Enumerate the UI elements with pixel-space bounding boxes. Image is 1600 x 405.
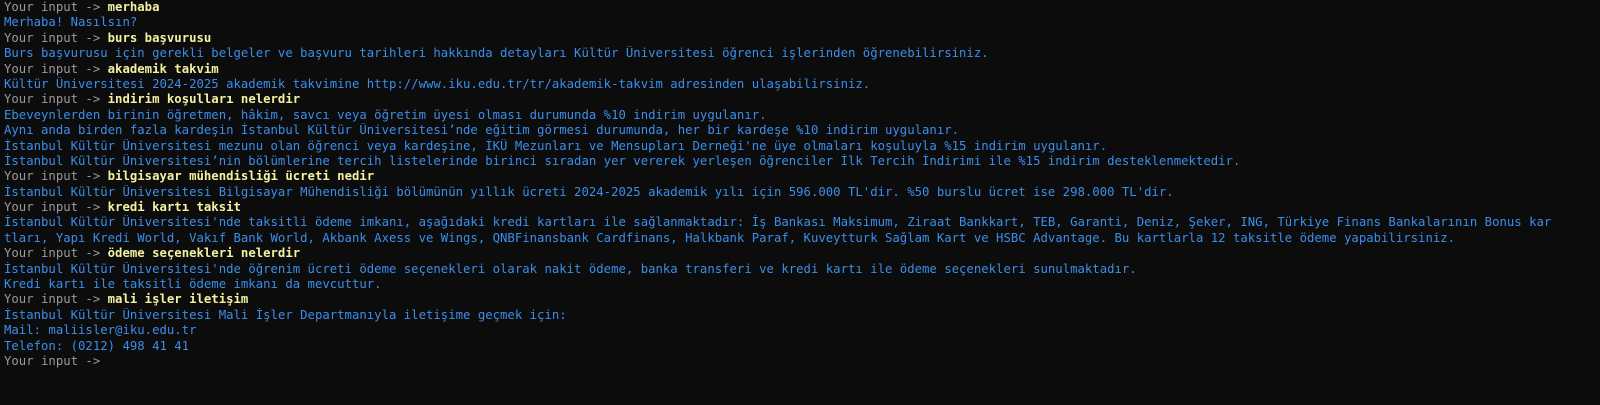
user-command: akademik takvim (107, 61, 219, 76)
user-command: ödeme seçenekleri nelerdir (107, 246, 301, 261)
bot-response-line: İstanbul Kültür Üniversitesi'nde öğrenim… (4, 261, 1137, 276)
bot-response-line: Merhaba! Nasılsın? (4, 15, 138, 30)
bot-response-line: Telefon: (0212) 498 41 41 (4, 338, 190, 353)
prompt-label: Your input -> (4, 92, 108, 107)
prompt-label: Your input -> (4, 200, 108, 215)
user-command: bilgisayar mühendisliği ücreti nedir (107, 169, 375, 184)
bot-response-line: Aynı anda birden fazla kardeşin İstanbul… (4, 123, 960, 138)
user-command: mali işler iletişim (107, 292, 249, 307)
prompt-label: Your input -> (4, 0, 108, 14)
bot-response-line: İstanbul Kültür Üniversitesi Bilgisayar … (4, 184, 1174, 199)
prompt-line: Your input -> bilgisayar mühendisliği üc… (4, 169, 1600, 184)
bot-response-line: Burs başvurusu için gerekli belgeler ve … (4, 46, 989, 61)
bot-response-line: Kredi kartı ile taksitli ödeme imkanı da… (4, 277, 382, 292)
bot-response-line: Mail: maliisler@iku.edu.tr (4, 323, 197, 338)
prompt-label: Your input -> (4, 246, 108, 261)
prompt-line: Your input -> kredi kartı taksit (4, 200, 1600, 215)
prompt-line: Your input -> ödeme seçenekleri nelerdir (4, 246, 1600, 261)
prompt-label: Your input -> (4, 61, 108, 76)
active-prompt-line[interactable]: Your input -> (4, 354, 1600, 369)
prompt-line: Your input -> akademik takvim (4, 62, 1600, 77)
user-command: merhaba (107, 0, 160, 14)
prompt-label: Your input -> (4, 169, 108, 184)
prompt-line: Your input -> burs başvurusu (4, 31, 1600, 46)
prompt-label: Your input -> (4, 353, 108, 368)
prompt-line: Your input -> merhaba (4, 0, 1600, 15)
terminal-window[interactable]: Your input -> merhaba Merhaba! Nasılsın? Y… (0, 0, 1600, 405)
user-command: kredi kartı taksit (107, 200, 241, 215)
prompt-label: Your input -> (4, 292, 108, 307)
text-cursor (108, 354, 115, 367)
bot-response-line: Kültür Üniversitesi 2024-2025 akademik t… (4, 76, 871, 91)
user-command: burs başvurusu (107, 30, 212, 45)
prompt-label: Your input -> (4, 30, 108, 45)
prompt-line: Your input -> indirim koşulları nelerdir (4, 92, 1600, 107)
bot-response-line: Ebeveynlerden birinin öğretmen, hâkim, s… (4, 107, 767, 122)
prompt-line: Your input -> mali işler iletişim (4, 292, 1600, 307)
bot-response-line: İstanbul Kültür Üniversitesi Mali İşler … (4, 307, 567, 322)
bot-response-line: İstanbul Kültür Üniversitesi'nde taksitl… (4, 215, 1552, 230)
user-command: indirim koşulları nelerdir (107, 92, 301, 107)
terminal-output: Your input -> merhaba Merhaba! Nasılsın? Y… (4, 0, 1600, 354)
bot-response-line: tları, Yapı Kredi World, Vakıf Bank Worl… (4, 230, 1456, 245)
bot-response-line: İstanbul Kültür Üniversitesi mezunu olan… (4, 138, 1108, 153)
bot-response-line: İstanbul Kültür Üniversitesi’nin bölümle… (4, 153, 1241, 168)
